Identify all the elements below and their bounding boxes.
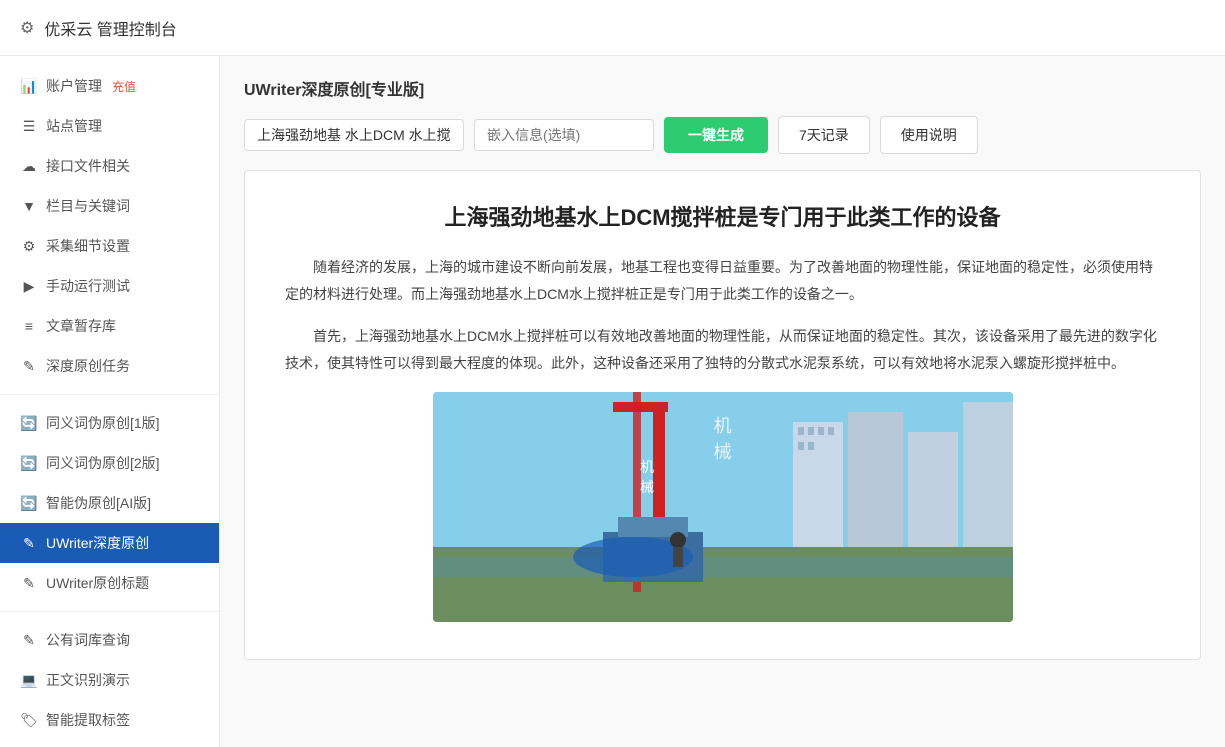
sidebar-label-ai: 智能伪原创[AI版] [46, 493, 151, 513]
refresh-icon-3: 🔄 [20, 495, 38, 512]
sidebar-label-columns: 栏目与关键词 [46, 196, 130, 216]
play-icon: ▶ [20, 278, 38, 295]
sidebar-item-pseudo2[interactable]: 🔄 同义词伪原创[2版] [0, 443, 219, 483]
cloud-icon: ☁ [20, 158, 38, 175]
sidebar-group-3: ✎ 公有词库查询 💻 正文识别演示 🏷 智能提取标签 ✎ 文本智能分类 [0, 620, 219, 747]
sidebar-group-1: 📊 账户管理 充值 ☰ 站点管理 ☁ 接口文件相关 ▼ 栏目与关键词 ⚙ 采集细… [0, 66, 219, 386]
help-button[interactable]: 使用说明 [880, 116, 978, 154]
edit-icon-2: ✎ [20, 535, 38, 552]
article-title: 上海强劲地基水上DCM搅拌桩是专门用于此类工作的设备 [285, 201, 1160, 234]
sidebar-label-draft: 文章暂存库 [46, 316, 116, 336]
keyword-input[interactable] [244, 119, 464, 151]
sidebar-label-smart-tag: 智能提取标签 [46, 710, 130, 730]
article-para-2: 首先，上海强劲地基水上DCM水上搅拌桩可以有效地改善地面的物理性能，从而保证地面… [285, 323, 1160, 376]
sidebar: 📊 账户管理 充值 ☰ 站点管理 ☁ 接口文件相关 ▼ 栏目与关键词 ⚙ 采集细… [0, 56, 220, 747]
sidebar-group-2: 🔄 同义词伪原创[1版] 🔄 同义词伪原创[2版] 🔄 智能伪原创[AI版] ✎… [0, 403, 219, 603]
sidebar-label-uwriter: UWriter深度原创 [46, 533, 149, 553]
settings-icon: ⚙ [20, 238, 38, 255]
sidebar-item-company[interactable]: ✎ 公有词库查询 [0, 620, 219, 660]
sidebar-item-interface[interactable]: ☁ 接口文件相关 [0, 146, 219, 186]
sidebar-label-company: 公有词库查询 [46, 630, 130, 650]
sidebar-label-account: 账户管理 [46, 76, 102, 96]
sidebar-label-pseudo1: 同义词伪原创[1版] [46, 413, 160, 433]
generate-button[interactable]: 一键生成 [664, 117, 768, 153]
filter-icon: ▼ [20, 198, 38, 214]
monitor-icon: 💻 [20, 672, 38, 689]
sidebar-item-run[interactable]: ▶ 手动运行测试 [0, 266, 219, 306]
tag-icon: 🏷 [20, 712, 38, 729]
refresh-icon-2: 🔄 [20, 455, 38, 472]
list-icon: ☰ [20, 118, 38, 135]
sidebar-item-pseudo1[interactable]: 🔄 同义词伪原创[1版] [0, 403, 219, 443]
book-icon: ✎ [20, 632, 38, 649]
divider-1 [0, 394, 219, 395]
article-para-1: 随着经济的发展，上海的城市建设不断向前发展，地基工程也变得日益重要。为了改善地面… [285, 254, 1160, 307]
main-content: UWriter深度原创[专业版] 一键生成 7天记录 使用说明 上海强劲地基水上… [220, 56, 1225, 747]
sidebar-label-run: 手动运行测试 [46, 276, 130, 296]
sidebar-item-text-class[interactable]: ✎ 文本智能分类 [0, 740, 219, 747]
layout: 📊 账户管理 充值 ☰ 站点管理 ☁ 接口文件相关 ▼ 栏目与关键词 ⚙ 采集细… [0, 56, 1225, 747]
history-button[interactable]: 7天记录 [778, 116, 870, 154]
recharge-badge[interactable]: 充值 [112, 78, 136, 95]
edit-icon-3: ✎ [20, 575, 38, 592]
sidebar-label-sites: 站点管理 [46, 116, 102, 136]
sidebar-label-collect: 采集细节设置 [46, 236, 130, 256]
divider-2 [0, 611, 219, 612]
sidebar-item-columns[interactable]: ▼ 栏目与关键词 [0, 186, 219, 226]
chart-icon: 📊 [20, 78, 38, 95]
gear-icon: ⚙ [20, 18, 34, 38]
svg-text:机: 机 [640, 459, 654, 475]
edit-icon: ✎ [20, 358, 38, 375]
page-title: UWriter深度原创[专业版] [244, 76, 1201, 100]
sidebar-label-interface: 接口文件相关 [46, 156, 130, 176]
refresh-icon-1: 🔄 [20, 415, 38, 432]
sidebar-label-uwriter-title: UWriter原创标题 [46, 573, 149, 593]
sidebar-label-deep: 深度原创任务 [46, 356, 130, 376]
sidebar-item-account[interactable]: 📊 账户管理 充值 [0, 66, 219, 106]
article-image: 机 械 [433, 392, 1013, 622]
sidebar-item-ai[interactable]: 🔄 智能伪原创[AI版] [0, 483, 219, 523]
sidebar-item-uwriter[interactable]: ✎ UWriter深度原创 [0, 523, 219, 563]
sidebar-item-sites[interactable]: ☰ 站点管理 [0, 106, 219, 146]
header: ⚙ 优采云 管理控制台 [0, 0, 1225, 56]
sidebar-item-smart-tag[interactable]: 🏷 智能提取标签 [0, 700, 219, 740]
sidebar-item-draft[interactable]: ≡ 文章暂存库 [0, 306, 219, 346]
article-container: 上海强劲地基水上DCM搅拌桩是专门用于此类工作的设备 随着经济的发展，上海的城市… [244, 170, 1201, 660]
sidebar-label-pseudo2: 同义词伪原创[2版] [46, 453, 160, 473]
layers-icon: ≡ [20, 318, 38, 334]
toolbar: 一键生成 7天记录 使用说明 [244, 116, 1201, 154]
sidebar-label-text-recog: 正文识别演示 [46, 670, 130, 690]
embed-info-input[interactable] [474, 119, 654, 151]
sidebar-item-uwriter-title[interactable]: ✎ UWriter原创标题 [0, 563, 219, 603]
app-title: 优采云 管理控制台 [44, 16, 176, 40]
sidebar-item-text-recog[interactable]: 💻 正文识别演示 [0, 660, 219, 700]
sidebar-item-collect[interactable]: ⚙ 采集细节设置 [0, 226, 219, 266]
svg-text:械: 械 [640, 479, 654, 495]
sidebar-item-deep[interactable]: ✎ 深度原创任务 [0, 346, 219, 386]
